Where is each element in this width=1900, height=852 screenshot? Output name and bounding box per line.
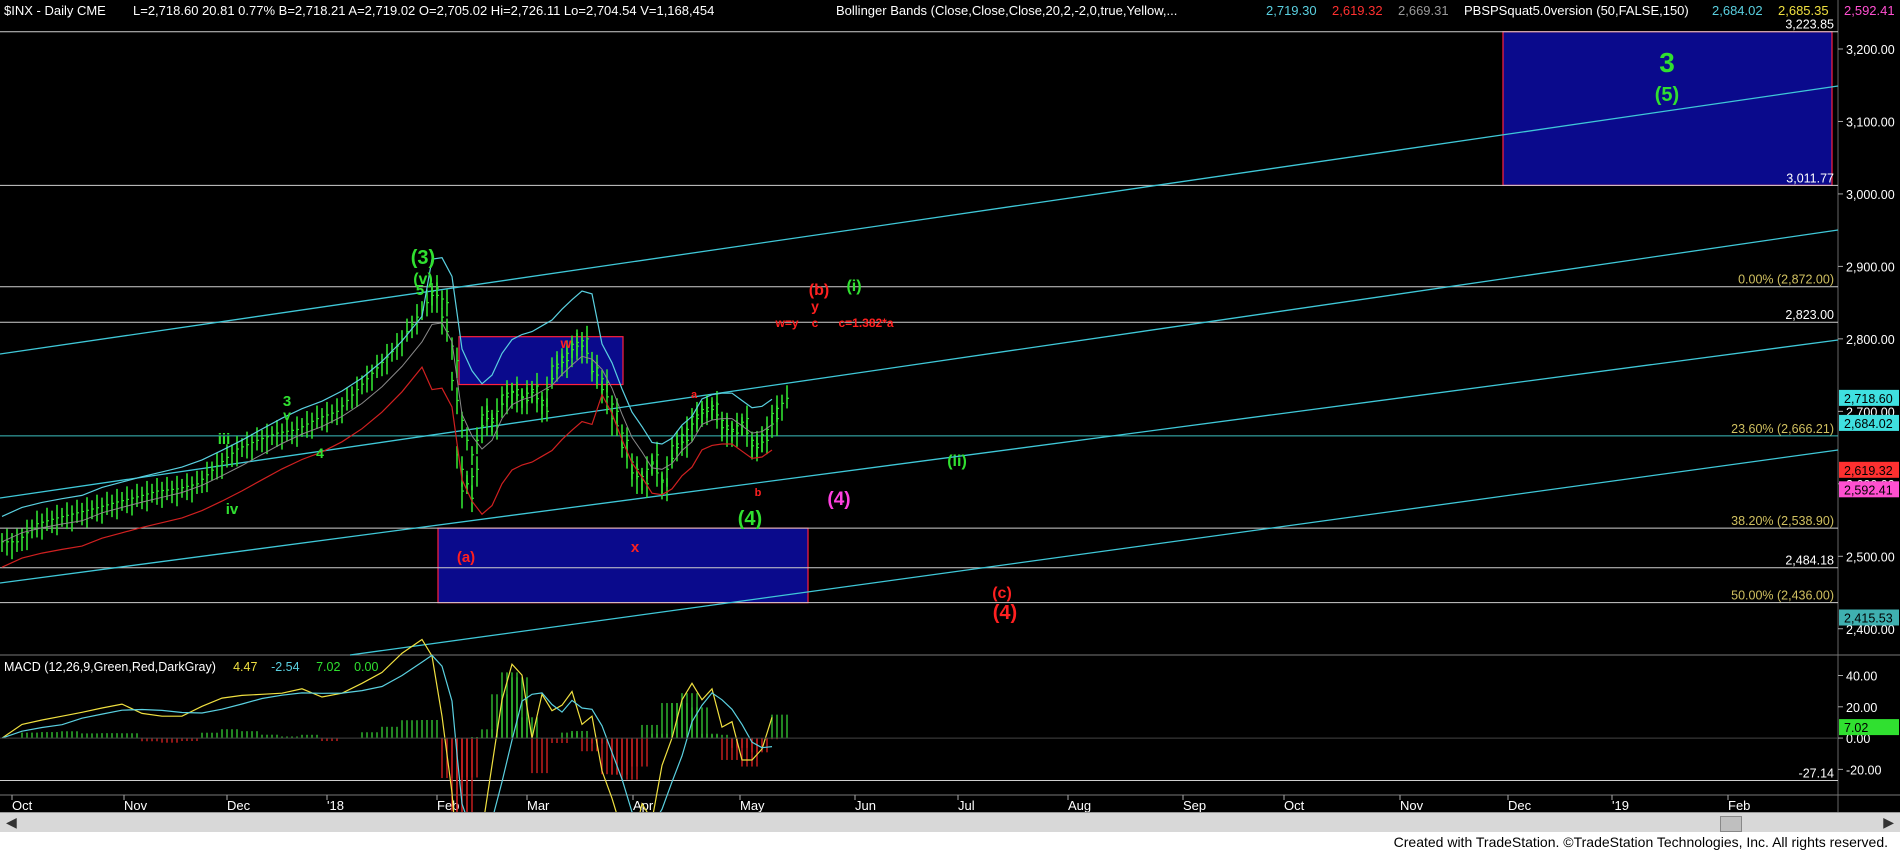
x-tick-label: Feb — [1728, 798, 1750, 813]
wave-label: (c) — [992, 585, 1012, 602]
wave-label: b — [755, 487, 762, 499]
macd-legend: MACD (12,26,9,Green,Red,DarkGray) — [4, 660, 216, 674]
target-box — [437, 527, 809, 604]
wave-label: (a) — [457, 549, 475, 566]
wave-label: (3) — [411, 247, 435, 269]
header-bb-value: 2,669.31 — [1398, 3, 1449, 18]
wave-label: w=y — [774, 316, 798, 330]
axis-badge-label: 2,718.60 — [1844, 392, 1893, 406]
x-tick-label: Oct — [1284, 798, 1305, 813]
macd-value: 4.47 — [233, 660, 257, 674]
y-tick-label: 3,000.00 — [1846, 188, 1895, 202]
y-tick-label: 3,100.00 — [1846, 115, 1895, 129]
wave-label: c=1.382*a — [838, 316, 893, 330]
wave-label: (i) — [846, 278, 861, 295]
header-bb-value: 2,719.30 — [1266, 3, 1317, 18]
wave-label: v — [283, 407, 291, 423]
macd-y-tick-label: 40.00 — [1846, 670, 1877, 684]
level-label: 38.20% (2,538.90) — [1731, 514, 1834, 528]
axis-badge-label: 2,415.53 — [1844, 611, 1893, 625]
footer-credit: Created with TradeStation. ©TradeStation… — [1393, 834, 1888, 850]
wave-label: iii — [218, 431, 231, 448]
level-label: 0.00% (2,872.00) — [1738, 273, 1834, 287]
target-box — [458, 336, 624, 386]
header-pbs-value: 2,592.41 — [1844, 3, 1895, 18]
wave-label: 5 — [416, 282, 424, 299]
wave-label: (ii) — [947, 453, 967, 470]
wave-label: a — [691, 389, 698, 401]
x-tick-label: Jun — [855, 798, 876, 813]
header-bb-label: Bollinger Bands (Close,Close,Close,20,2,… — [836, 3, 1177, 18]
axis-badge-label: 2,619.32 — [1844, 464, 1893, 478]
x-tick-label: Nov — [1400, 798, 1424, 813]
y-tick-label: 2,500.00 — [1846, 550, 1895, 564]
y-tick-label: 2,900.00 — [1846, 260, 1895, 274]
header-pbs-value: 2,684.02 — [1712, 3, 1763, 18]
level-label: 50.00% (2,436.00) — [1731, 589, 1834, 603]
wave-label: c — [812, 316, 819, 330]
wave-label: (4) — [993, 602, 1017, 624]
header-symbol: $INX - Daily CME — [4, 3, 106, 18]
x-tick-label: Oct — [12, 798, 33, 813]
wave-label: (5) — [1655, 84, 1679, 106]
footer-bar: Created with TradeStation. ©TradeStation… — [0, 832, 1900, 852]
macd-level-label: -27.14 — [1799, 767, 1834, 781]
wave-label: 4 — [316, 445, 324, 461]
level-label: 2,484.18 — [1785, 554, 1834, 568]
time-scrollbar[interactable]: ◀ ▶ — [0, 812, 1900, 833]
macd-badge-label: 7.02 — [1844, 721, 1868, 735]
header-pbs-value: 2,685.35 — [1778, 3, 1829, 18]
wave-label: (b) — [809, 282, 829, 299]
macd-y-tick-label: -20.00 — [1846, 763, 1881, 777]
price-chart[interactable]: $INX - Daily CME L=2,718.60 20.81 0.77% B… — [0, 0, 1900, 852]
macd-y-tick-label: 20.00 — [1846, 701, 1877, 715]
header-pbs-label: PBSPSquat5.0version (50,FALSE,150) — [1464, 3, 1689, 18]
wave-label: iv — [226, 501, 239, 518]
x-tick-label: Dec — [1508, 798, 1532, 813]
x-tick-label: Sep — [1183, 798, 1206, 813]
x-tick-label: Nov — [124, 798, 148, 813]
x-tick-label: Dec — [227, 798, 251, 813]
y-tick-label: 3,200.00 — [1846, 43, 1895, 57]
level-label: 3,011.77 — [1786, 171, 1834, 185]
wave-label: (4) — [827, 489, 850, 510]
chart-header: $INX - Daily CME L=2,718.60 20.81 0.77% B… — [4, 3, 1895, 18]
x-tick-label: '19 — [1612, 798, 1629, 813]
x-tick-label: '18 — [327, 798, 344, 813]
x-tick-label: Feb — [437, 798, 459, 813]
level-label: 3,223.85 — [1785, 18, 1834, 32]
wave-label: w — [560, 335, 572, 351]
scrollbar-thumb[interactable] — [1720, 816, 1742, 832]
x-tick-label: Aug — [1068, 798, 1091, 813]
macd-value: -2.54 — [271, 660, 300, 674]
level-label: 23.60% (2,666.21) — [1731, 422, 1834, 436]
header-ohlc: L=2,718.60 20.81 0.77% B=2,718.21 A=2,71… — [133, 3, 714, 18]
wave-label: x — [631, 539, 640, 556]
x-tick-label: Jul — [958, 798, 975, 813]
axis-badge-label: 2,684.02 — [1844, 417, 1893, 431]
wave-label: (4) — [738, 508, 762, 530]
x-tick-label: Mar — [527, 798, 550, 813]
header-bb-value: 2,619.32 — [1332, 3, 1383, 18]
wave-label: y — [811, 298, 819, 314]
wave-label: 3 — [1659, 47, 1675, 78]
x-tick-label: May — [740, 798, 765, 813]
axis-badge-label: 2,592.41 — [1844, 483, 1893, 497]
level-label: 2,823.00 — [1785, 308, 1834, 322]
macd-value: 0.00 — [354, 660, 378, 674]
y-tick-label: 2,800.00 — [1846, 333, 1895, 347]
macd-value: 7.02 — [316, 660, 340, 674]
scroll-left-icon[interactable]: ◀ — [6, 814, 17, 831]
scroll-right-icon[interactable]: ▶ — [1883, 814, 1894, 831]
